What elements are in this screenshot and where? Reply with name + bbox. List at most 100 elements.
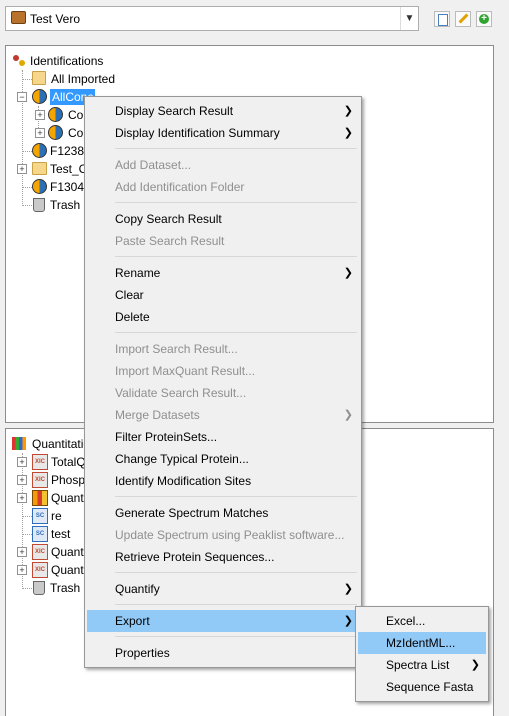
expand-toggle[interactable]: + — [17, 457, 27, 467]
menu-separator — [115, 604, 357, 605]
menu-item-export-sequence-fasta[interactable]: Sequence Fasta — [358, 676, 486, 698]
expand-toggle[interactable]: + — [35, 128, 45, 138]
menu-label: Rename — [115, 266, 161, 280]
chevron-right-icon: ❯ — [343, 409, 353, 421]
menu-label: Import MaxQuant Result... — [115, 364, 256, 378]
tree-label: Quant — [51, 563, 84, 577]
menu-label: Properties — [115, 646, 170, 660]
tree-label: Quant — [51, 545, 84, 559]
menu-label: Update Spectrum using Peaklist software.… — [115, 528, 345, 542]
menu-label: Spectra List — [386, 658, 450, 672]
menu-label: Display Search Result — [115, 104, 234, 118]
chevron-right-icon: ❯ — [343, 127, 353, 139]
tree-label: F1238 — [50, 144, 85, 158]
imported-folder-icon — [32, 71, 46, 85]
menu-item-identify-modification-sites[interactable]: Identify Modification Sites — [87, 470, 359, 492]
tree-label: re — [51, 509, 62, 523]
menu-label: Identify Modification Sites — [115, 474, 252, 488]
expand-toggle[interactable]: + — [17, 565, 27, 575]
menu-item-export-spectra-list[interactable]: Spectra List ❯ — [358, 654, 486, 676]
tree-label: F1304 — [50, 180, 85, 194]
spectral-count-icon: SC — [32, 526, 48, 542]
menu-item-import-search-result[interactable]: Import Search Result... — [87, 338, 359, 360]
menu-separator — [115, 256, 357, 257]
edit-pencil-icon — [458, 13, 469, 24]
menu-label: Display Identification Summary — [115, 126, 280, 140]
menu-item-add-dataset[interactable]: Add Dataset... — [87, 154, 359, 176]
menu-item-clear[interactable]: Clear — [87, 284, 359, 306]
menu-separator — [115, 148, 357, 149]
menu-item-filter-proteinsets[interactable]: Filter ProteinSets... — [87, 426, 359, 448]
trash-icon — [33, 198, 45, 212]
menu-label: Filter ProteinSets... — [115, 430, 218, 444]
menu-separator — [115, 332, 357, 333]
menu-label: Import Search Result... — [115, 342, 238, 356]
menu-item-rename[interactable]: Rename ❯ — [87, 262, 359, 284]
expand-toggle[interactable]: + — [35, 110, 45, 120]
menu-item-properties[interactable]: Properties — [87, 642, 359, 664]
dataset-icon — [32, 89, 47, 104]
xic-icon: XIC — [32, 544, 48, 560]
menu-item-update-spectrum[interactable]: Update Spectrum using Peaklist software.… — [87, 524, 359, 546]
spectral-count-icon: SC — [32, 508, 48, 524]
project-selector[interactable]: Test Vero ▼ — [5, 6, 419, 31]
menu-item-merge-datasets[interactable]: Merge Datasets ❯ — [87, 404, 359, 426]
expand-toggle[interactable]: + — [17, 164, 27, 174]
menu-label: Paste Search Result — [115, 234, 225, 248]
molecule-icon — [12, 53, 26, 67]
expand-toggle[interactable]: + — [17, 547, 27, 557]
menu-label: MzIdentML... — [386, 636, 456, 650]
xic-icon: XIC — [32, 454, 48, 470]
xic-icon: XIC — [32, 472, 48, 488]
menu-separator — [115, 496, 357, 497]
tree-label: Co — [68, 108, 84, 122]
expand-toggle[interactable]: + — [17, 475, 27, 485]
tree-label: Identifications — [30, 54, 104, 68]
new-document-icon — [438, 14, 448, 26]
menu-label: Delete — [115, 310, 150, 324]
menu-label: Quantify — [115, 582, 160, 596]
spectral-count-chart-icon — [32, 490, 48, 506]
chevron-right-icon: ❯ — [343, 615, 353, 627]
dataset-icon — [48, 125, 63, 140]
menu-item-add-identification-folder[interactable]: Add Identification Folder — [87, 176, 359, 198]
menu-item-export-excel[interactable]: Excel... — [358, 610, 486, 632]
bar-chart-icon — [12, 437, 26, 450]
menu-label: Retrieve Protein Sequences... — [115, 550, 275, 564]
tree-label: Quant — [51, 491, 84, 505]
tree-label: Trash — [50, 198, 81, 212]
chevron-right-icon: ❯ — [470, 659, 480, 671]
menu-label: Merge Datasets — [115, 408, 200, 422]
menu-item-import-maxquant-result[interactable]: Import MaxQuant Result... — [87, 360, 359, 382]
menu-label: Export — [115, 614, 150, 628]
menu-item-retrieve-protein-sequences[interactable]: Retrieve Protein Sequences... — [87, 546, 359, 568]
tree-label: Quantitatio — [32, 437, 91, 451]
menu-item-display-identification-summary[interactable]: Display Identification Summary ❯ — [87, 122, 359, 144]
menu-label: Clear — [115, 288, 144, 302]
menu-item-delete[interactable]: Delete — [87, 306, 359, 328]
add-button[interactable]: + — [476, 11, 492, 27]
menu-separator — [115, 636, 357, 637]
dataset-icon — [32, 143, 47, 158]
tree-label: Trash — [50, 581, 81, 595]
expand-toggle[interactable]: + — [17, 493, 27, 503]
export-submenu: Excel... MzIdentML... Spectra List ❯ Sequ… — [355, 606, 489, 702]
menu-item-export-mzidentml[interactable]: MzIdentML... — [358, 632, 486, 654]
menu-item-export[interactable]: Export ❯ — [87, 610, 359, 632]
menu-item-validate-search-result[interactable]: Validate Search Result... — [87, 382, 359, 404]
chevron-down-icon[interactable]: ▼ — [400, 7, 418, 30]
menu-separator — [115, 202, 357, 203]
menu-item-generate-spectrum-matches[interactable]: Generate Spectrum Matches — [87, 502, 359, 524]
menu-item-copy-search-result[interactable]: Copy Search Result — [87, 208, 359, 230]
menu-separator — [115, 572, 357, 573]
menu-label: Generate Spectrum Matches — [115, 506, 269, 520]
menu-item-display-search-result[interactable]: Display Search Result ❯ — [87, 100, 359, 122]
new-document-button[interactable] — [434, 11, 450, 27]
menu-label: Copy Search Result — [115, 212, 222, 226]
menu-item-quantify[interactable]: Quantify ❯ — [87, 578, 359, 600]
collapse-toggle[interactable]: − — [17, 92, 27, 102]
edit-button[interactable] — [455, 11, 471, 27]
menu-item-paste-search-result[interactable]: Paste Search Result — [87, 230, 359, 252]
dataset-icon — [48, 107, 63, 122]
menu-item-change-typical-protein[interactable]: Change Typical Protein... — [87, 448, 359, 470]
